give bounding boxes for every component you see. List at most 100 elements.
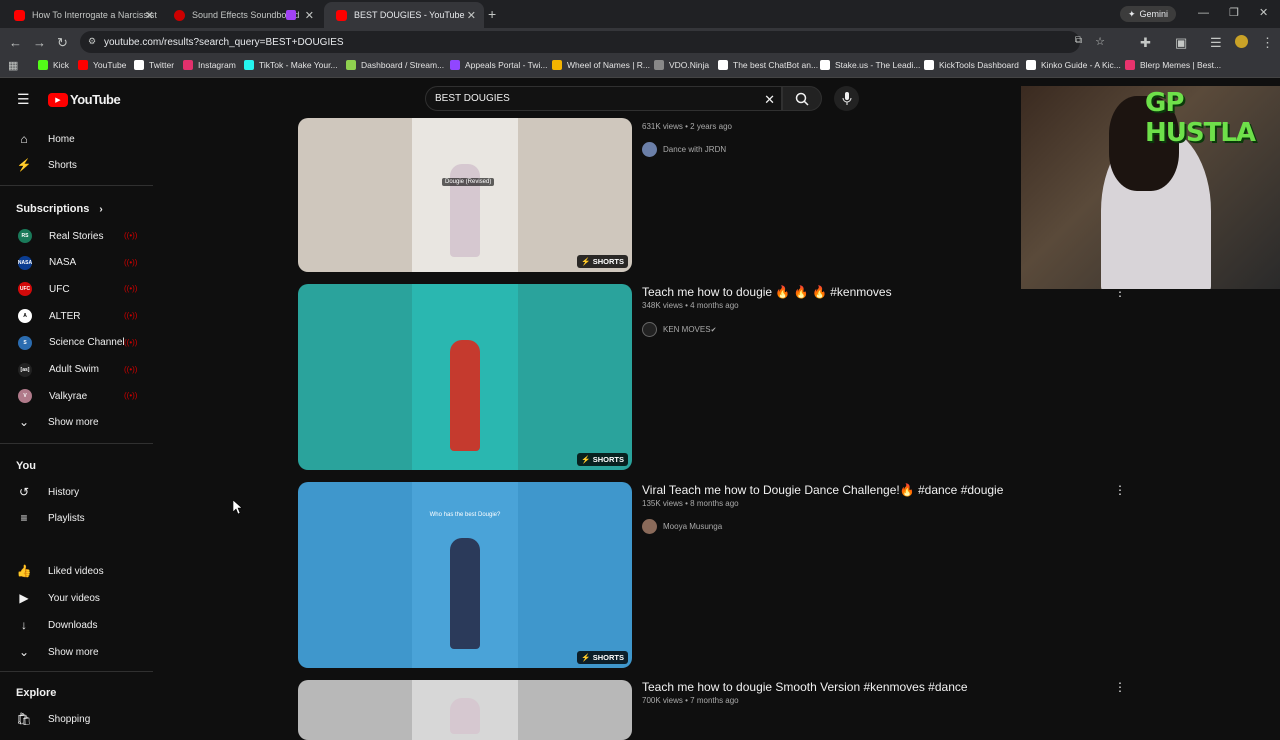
bookmark-label: Twitter bbox=[149, 60, 175, 70]
apps-grid-icon[interactable]: ▦ bbox=[8, 60, 18, 73]
thumbnail-caption: Who has the best Dougie? bbox=[429, 512, 501, 518]
hamburger-menu-icon[interactable]: ☰ bbox=[17, 91, 30, 108]
video-thumbnail[interactable]: ⚡ SHORTS bbox=[298, 284, 632, 470]
bookmark-item[interactable]: Wheel of Names | R... bbox=[552, 60, 650, 70]
shorts-icon: ⚡ bbox=[581, 653, 593, 662]
more-actions-icon[interactable]: ⋮ bbox=[1114, 483, 1126, 497]
sidebar-item-shopping[interactable]: 🛍 Shopping bbox=[16, 709, 90, 729]
video-meta: 135K views • 8 months ago bbox=[642, 499, 739, 508]
media-icon[interactable]: ▣ bbox=[1175, 36, 1187, 49]
bookmark-favicon-icon bbox=[820, 60, 830, 70]
reload-icon[interactable]: ↻ bbox=[57, 36, 68, 49]
bookmark-item[interactable]: Dashboard / Stream... bbox=[346, 60, 444, 70]
close-tab-icon[interactable]: ✕ bbox=[467, 9, 476, 22]
site-info-icon[interactable]: ⚙ bbox=[88, 36, 96, 47]
channel-link[interactable]: KEN MOVES ✔ bbox=[642, 322, 716, 337]
sidebar-you-item[interactable]: ⌄ Show more bbox=[16, 642, 99, 662]
sidebar-show-more[interactable]: ⌄ Show more bbox=[16, 412, 99, 432]
logo-text: YouTube bbox=[70, 92, 121, 107]
youtube-logo[interactable]: ▶ YouTube bbox=[48, 92, 121, 107]
channel-avatar: S bbox=[18, 335, 32, 350]
subscriptions-header[interactable]: Subscriptions › bbox=[16, 203, 103, 215]
shorts-icon: ⚡ bbox=[16, 158, 32, 172]
bookmark-item[interactable]: Blerp Memes | Best... bbox=[1125, 60, 1221, 70]
close-window-icon[interactable]: ✕ bbox=[1259, 7, 1268, 20]
extensions-icon[interactable]: ✚ bbox=[1140, 36, 1151, 49]
address-bar[interactable]: ⚙ youtube.com/results?search_query=BEST+… bbox=[80, 31, 1105, 53]
bookmark-favicon-icon bbox=[552, 60, 562, 70]
forward-icon[interactable]: → bbox=[33, 36, 46, 49]
video-title[interactable]: Teach me how to dougie 🔥 🔥 🔥 #kenmoves bbox=[642, 285, 892, 299]
tab-narcissist[interactable]: How To Interrogate a Narcissist ✕ bbox=[2, 2, 162, 28]
bookmark-item[interactable]: Twitter bbox=[134, 60, 174, 70]
bookmark-star-icon[interactable]: ☆ bbox=[1095, 35, 1105, 48]
profile-avatar[interactable] bbox=[1235, 35, 1248, 48]
subscriptions-title: Subscriptions bbox=[16, 203, 90, 215]
menu-kebab-icon[interactable]: ⋮ bbox=[1261, 36, 1274, 49]
sidebar-you-item[interactable]: 👍 Liked videos bbox=[16, 561, 104, 581]
bookmark-item[interactable]: YouTube bbox=[78, 60, 126, 70]
bookmark-item[interactable]: The best ChatBot an... bbox=[718, 60, 818, 70]
sidebar-sub-item[interactable]: NASA NASA bbox=[18, 253, 76, 273]
tab-best-dougies[interactable]: BEST DOUGIES - YouTube ✕ bbox=[324, 2, 484, 28]
bookmark-item[interactable]: KickTools Dashboard bbox=[924, 60, 1019, 70]
bookmark-item[interactable]: Kinko Guide - A Kic... bbox=[1026, 60, 1121, 70]
search-value: BEST DOUGIES bbox=[435, 93, 510, 104]
bookmark-item[interactable]: TikTok - Make Your... bbox=[244, 60, 338, 70]
microphone-icon bbox=[842, 92, 851, 105]
sidebar-sub-item[interactable]: V Valkyrae bbox=[18, 386, 87, 406]
you-title[interactable]: You bbox=[16, 460, 36, 472]
video-title[interactable]: Teach me how to dougie Smooth Version #k… bbox=[642, 680, 968, 694]
sidebar-sub-item[interactable]: UFC UFC bbox=[18, 279, 70, 299]
tab-soundboard[interactable]: Sound Effects Soundboard ✕ bbox=[162, 2, 322, 28]
sidebar-sub-item[interactable]: RS Real Stories bbox=[18, 226, 103, 246]
sidebar-item-label: Liked videos bbox=[48, 565, 104, 577]
sidebar-item-home[interactable]: ⌂ Home bbox=[16, 129, 74, 149]
playlists-icon: ≡ bbox=[20, 511, 28, 525]
sidebar-you-item[interactable]: ▶ Your videos bbox=[16, 588, 100, 608]
channel-avatar: A bbox=[18, 309, 32, 324]
cast-icon[interactable]: ⧉ bbox=[1075, 35, 1082, 46]
live-indicator-icon: ((•)) bbox=[124, 391, 138, 401]
bookmark-label: VDO.Ninja bbox=[669, 60, 710, 70]
sidebar-sub-item[interactable]: A ALTER bbox=[18, 306, 81, 326]
new-tab-button[interactable]: + bbox=[488, 7, 496, 21]
restore-icon[interactable]: ❐ bbox=[1229, 7, 1239, 20]
close-tab-icon[interactable]: ✕ bbox=[305, 9, 314, 22]
youtube-page: ☰ ▶ YouTube BEST DOUGIES ✕ ⌂ Home ⚡ Shor… bbox=[0, 79, 1280, 740]
bookmark-item[interactable]: Appeals Portal - Twi... bbox=[450, 60, 548, 70]
video-thumbnail[interactable]: Who has the best Dougie? ⚡ SHORTS bbox=[298, 482, 632, 668]
channel-link[interactable]: Mooya Musunga bbox=[642, 519, 722, 534]
gemini-button[interactable]: ✦ Gemini bbox=[1120, 6, 1177, 22]
close-tab-icon[interactable]: ✕ bbox=[145, 9, 154, 22]
more-actions-icon[interactable]: ⋮ bbox=[1114, 680, 1126, 694]
soundboard-favicon-icon bbox=[174, 9, 185, 21]
divider bbox=[0, 671, 153, 672]
bookmark-item[interactable]: Kick bbox=[38, 60, 69, 70]
search-button[interactable] bbox=[782, 86, 822, 111]
video-thumbnail[interactable]: Dougie (Revised) ⚡ SHORTS bbox=[298, 118, 632, 272]
bookmark-favicon-icon bbox=[718, 60, 728, 70]
shorts-badge: ⚡ SHORTS bbox=[577, 651, 628, 664]
sidebar-item-label: Real Stories bbox=[49, 230, 104, 242]
search-input[interactable]: BEST DOUGIES ✕ bbox=[425, 86, 782, 111]
bookmark-item[interactable]: VDO.Ninja bbox=[654, 60, 709, 70]
bookmark-item[interactable]: Stake.us - The Leadi... bbox=[820, 60, 920, 70]
sidebar-sub-item[interactable]: [as] Adult Swim bbox=[18, 360, 99, 380]
bookmark-label: The best ChatBot an... bbox=[733, 60, 819, 70]
sidebar-you-item[interactable]: ↺ History bbox=[16, 482, 79, 502]
sidebar-you-item[interactable]: ↓ Downloads bbox=[16, 615, 97, 635]
channel-link[interactable]: Dance with JRDN bbox=[642, 142, 726, 157]
bookmark-item[interactable]: Instagram bbox=[183, 60, 236, 70]
video-thumbnail[interactable] bbox=[298, 680, 632, 740]
back-icon[interactable]: ← bbox=[9, 36, 22, 49]
sidebar-item-label: Valkyrae bbox=[49, 390, 88, 402]
voice-search-button[interactable] bbox=[834, 86, 859, 111]
reading-list-icon[interactable]: ☰ bbox=[1210, 36, 1222, 49]
sidebar-you-item[interactable]: ≡ Playlists bbox=[16, 508, 84, 528]
video-title[interactable]: Viral Teach me how to Dougie Dance Chall… bbox=[642, 483, 1003, 497]
sidebar-sub-item[interactable]: S Science Channel bbox=[18, 333, 125, 353]
sidebar-item-shorts[interactable]: ⚡ Shorts bbox=[16, 155, 77, 175]
minimize-icon[interactable]: — bbox=[1198, 7, 1209, 20]
clear-search-icon[interactable]: ✕ bbox=[764, 92, 775, 108]
